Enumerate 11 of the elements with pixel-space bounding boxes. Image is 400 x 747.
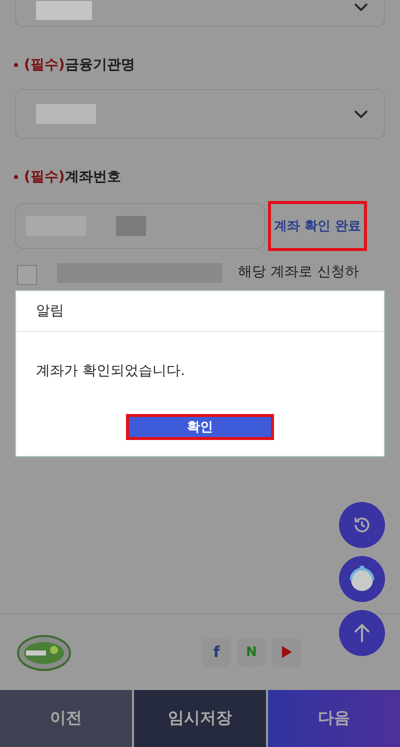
verify-account-button[interactable]: 계좌 확인 완료 [268,201,368,251]
field-label: (필수)금융기관명 [24,56,135,74]
field-label: (필수)계좌번호 [24,168,121,186]
dialog-message: 계좌가 확인되었습니다. [35,362,186,380]
confirm-button[interactable]: 확인 [126,414,274,440]
facebook-link[interactable]: f [202,638,231,666]
agreement-text: 해당 계좌로 신청하 [238,263,359,281]
save-draft-button[interactable]: 임시저장 [134,690,268,747]
next-button[interactable]: 다음 [268,690,400,747]
dialog-title: 알림 [16,291,384,332]
previous-button[interactable]: 이전 [0,690,134,747]
